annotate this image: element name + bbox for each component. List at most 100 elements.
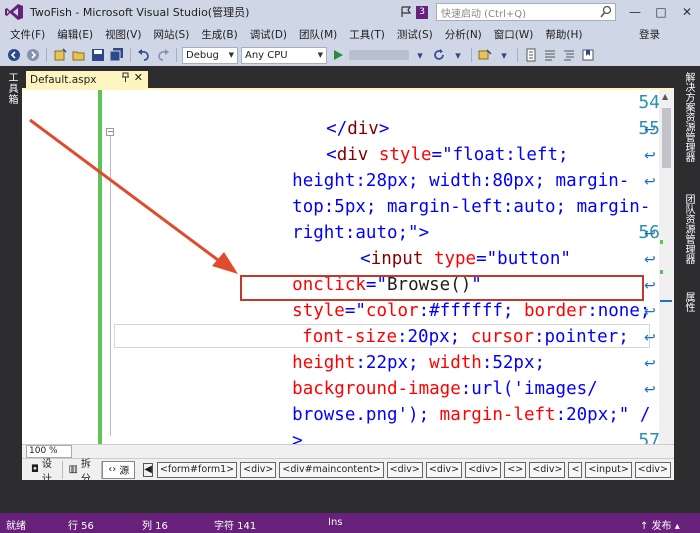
quick-launch-placeholder: 快速启动 (Ctrl+Q): [441, 8, 527, 20]
word-wrap-icon: ↩: [644, 122, 656, 138]
vertical-scrollbar[interactable]: ▲: [659, 90, 674, 444]
menu-window[interactable]: 窗口(W): [488, 27, 540, 42]
solution-configuration-select[interactable]: Debug ▼: [182, 46, 238, 64]
save-icon[interactable]: [90, 47, 106, 63]
breadcrumb-element[interactable]: <form#form1>: [156, 461, 238, 478]
html-view-bar: ◘ 设计 ▥ 拆分 ‹› 源 ◀ <form#form1> <div> <div#main…: [22, 458, 674, 485]
breadcrumb-element[interactable]: <div#maincontent>: [279, 461, 384, 478]
breadcrumb-element[interactable]: <: [568, 461, 583, 478]
pin-icon[interactable]: [121, 72, 130, 85]
menu-help[interactable]: 帮助(H): [539, 27, 588, 42]
word-wrap-icon: ↩: [644, 148, 656, 164]
solution-explorer-tab[interactable]: 解决方案资源管理器: [681, 72, 696, 162]
menu-view[interactable]: 视图(V): [99, 27, 147, 42]
feedback-flag-icon[interactable]: [398, 4, 414, 20]
breadcrumb-element[interactable]: <div>: [240, 461, 277, 478]
change-marker: [660, 270, 663, 274]
menu-build[interactable]: 生成(B): [195, 27, 243, 42]
bookmark-icon[interactable]: [580, 47, 596, 63]
split-view-icon: ▥: [68, 464, 78, 475]
properties-tab[interactable]: 属性: [681, 292, 696, 312]
code-line-56g: browse.png'); margin-left:20px;" /: [292, 405, 651, 425]
format-document-icon[interactable]: [523, 47, 539, 63]
editor-zoom-row: 100 %: [22, 444, 674, 458]
menu-debug[interactable]: 调试(D): [244, 27, 293, 42]
menu-website[interactable]: 网站(S): [147, 27, 195, 42]
status-char: 字符 141: [214, 521, 257, 532]
publish-button[interactable]: ↑ 发布 ▴: [640, 517, 680, 532]
dropdown-icon[interactable]: ▾: [412, 47, 428, 63]
panel-gap: [0, 480, 700, 513]
minimize-button[interactable]: —: [622, 0, 648, 24]
navigate-forward-icon[interactable]: [25, 47, 41, 63]
breadcrumb-element[interactable]: <>: [504, 461, 527, 478]
dropdown-icon[interactable]: ▾: [450, 47, 466, 63]
breadcrumb-element[interactable]: <div>: [634, 461, 671, 478]
split-view-button[interactable]: ▥ 拆分: [63, 459, 103, 485]
menu-file[interactable]: 文件(F): [4, 27, 51, 42]
breadcrumb-element[interactable]: <input>: [585, 461, 632, 478]
collapse-region-icon[interactable]: −: [106, 128, 114, 136]
tab-title: Default.aspx: [30, 73, 97, 86]
menu-tools[interactable]: 工具(T): [343, 27, 391, 42]
maximize-button[interactable]: □: [648, 0, 674, 24]
dropdown-icon[interactable]: ▾: [496, 47, 512, 63]
scrollbar-thumb[interactable]: [662, 108, 671, 168]
word-wrap-icon: ↩: [644, 174, 656, 190]
menu-test[interactable]: 测试(S): [391, 27, 439, 42]
menu-bar: 文件(F) 编辑(E) 视图(V) 网站(S) 生成(B) 调试(D) 团队(M…: [0, 24, 700, 44]
crumb-scroll-left-icon[interactable]: ◀: [143, 462, 153, 477]
right-tool-strip: 解决方案资源管理器 团队资源管理器 属性: [674, 66, 700, 513]
tab-close-icon[interactable]: ✕: [134, 71, 143, 84]
code-line-56a: <input type="button": [360, 249, 571, 269]
breadcrumb-element[interactable]: <div>: [529, 461, 566, 478]
toolbar-separator: [176, 48, 177, 62]
close-button[interactable]: ✕: [674, 0, 700, 24]
code-line-56f: background-image:url('images/: [292, 379, 598, 399]
browser-target-blurred[interactable]: [349, 50, 409, 60]
start-debugging-icon[interactable]: [330, 47, 346, 63]
code-line-56b: onclick="Browse()": [292, 275, 482, 295]
breadcrumb-element[interactable]: <div>: [465, 461, 502, 478]
standard-toolbar: Debug ▼ Any CPU ▼ ▾ ▾ ▾: [0, 44, 700, 66]
source-view-button[interactable]: ‹› 源: [102, 460, 136, 479]
word-wrap-icon: ↩: [644, 252, 656, 268]
scroll-up-icon[interactable]: ▲: [662, 92, 668, 101]
save-all-icon[interactable]: [109, 47, 125, 63]
menu-analyze[interactable]: 分析(N): [439, 27, 488, 42]
status-insert-mode: Ins: [328, 517, 343, 528]
team-explorer-tab[interactable]: 团队资源管理器: [681, 194, 696, 264]
comment-icon[interactable]: [542, 47, 558, 63]
toolbox-tab[interactable]: 工具箱: [4, 72, 19, 105]
word-wrap-icon: ↩: [644, 382, 656, 398]
platform-value: Any CPU: [245, 49, 288, 61]
navigate-back-icon[interactable]: [6, 47, 22, 63]
solution-platform-select[interactable]: Any CPU ▼: [241, 46, 327, 64]
refresh-icon[interactable]: [431, 47, 447, 63]
menu-team[interactable]: 团队(M): [293, 27, 343, 42]
undo-icon[interactable]: [136, 47, 152, 63]
word-wrap-icon: ↩: [644, 278, 656, 294]
status-column: 列 16: [142, 521, 168, 532]
word-wrap-icon: ↩: [644, 356, 656, 372]
design-view-button[interactable]: ◘ 设计: [26, 459, 64, 485]
left-tool-strip: 工具箱: [0, 66, 22, 513]
quick-launch-input[interactable]: 快速启动 (Ctrl+Q): [436, 3, 616, 21]
tab-default-aspx[interactable]: Default.aspx ✕: [26, 71, 148, 88]
breadcrumb-element[interactable]: <div>: [425, 461, 463, 478]
uncomment-icon[interactable]: [561, 47, 577, 63]
redo-icon[interactable]: [155, 47, 171, 63]
browser-link-icon[interactable]: [477, 47, 493, 63]
code-editor[interactable]: 5455565758 − </div> <div style="float:le…: [22, 88, 674, 468]
sign-in-link[interactable]: 登录: [639, 27, 660, 42]
breadcrumb-element[interactable]: <div>: [386, 461, 423, 478]
notification-badge[interactable]: 3: [416, 5, 428, 19]
open-file-icon[interactable]: [71, 47, 87, 63]
outline-guide: [110, 136, 111, 436]
visual-studio-logo-icon: [0, 0, 28, 24]
new-project-icon[interactable]: [52, 47, 68, 63]
element-breadcrumb: <form#form1> <div> <div#maincontent> <div> <…: [156, 461, 674, 478]
code-line-54: </div>: [326, 119, 390, 139]
document-tab-well: Default.aspx ✕: [22, 66, 674, 88]
menu-edit[interactable]: 编辑(E): [51, 27, 99, 42]
